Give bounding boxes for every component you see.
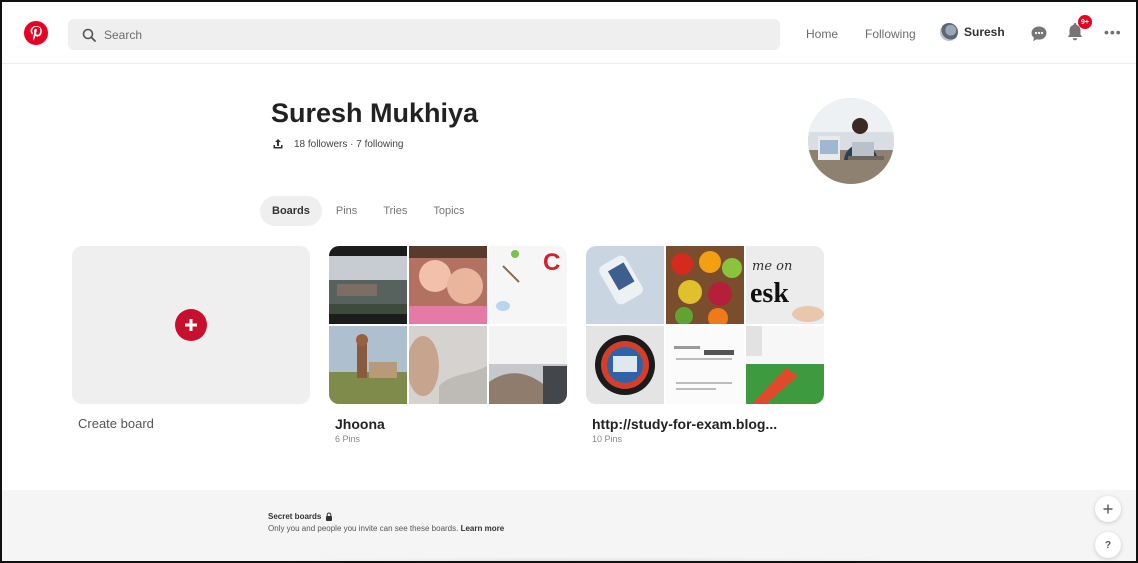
bottom-divider: [262, 557, 942, 561]
secret-boards-heading: Secret boards: [268, 512, 333, 521]
search-bar[interactable]: [68, 19, 780, 50]
svg-text:me on: me on: [752, 259, 792, 274]
profile-avatar[interactable]: [808, 98, 894, 184]
board-thumbnail: [586, 326, 664, 404]
board-pin-count: 10 Pins: [592, 434, 623, 444]
board-thumbnail: [409, 246, 487, 324]
nav-home-link[interactable]: Home: [806, 27, 838, 41]
board-card-jhoona[interactable]: C Jhoona 6 Pins: [329, 246, 567, 444]
board-thumbnail: [666, 326, 744, 404]
secret-boards-title: Secret boards: [268, 512, 322, 521]
tab-tries[interactable]: Tries: [371, 196, 419, 226]
board-thumbnail: [329, 246, 407, 324]
svg-text:esk: esk: [750, 278, 789, 309]
board-thumbnail: [329, 326, 407, 404]
tab-topics[interactable]: Topics: [421, 196, 476, 226]
follow-stats[interactable]: 18 followers · 7 following: [294, 139, 404, 150]
secret-description-text: Only you and people you invite can see t…: [268, 524, 459, 533]
create-board-cover[interactable]: [72, 246, 310, 404]
board-title[interactable]: Jhoona: [335, 416, 565, 432]
messages-icon[interactable]: [1030, 25, 1048, 48]
avatar: [940, 23, 958, 41]
floating-add-button[interactable]: [1095, 496, 1121, 522]
search-icon: [82, 28, 96, 42]
profile-title: Suresh Mukhiya: [271, 98, 479, 128]
top-header: Home Following Suresh 9+ •••: [2, 2, 1136, 64]
secret-boards-description: Only you and people you invite can see t…: [268, 524, 504, 533]
board-cover-mosaic[interactable]: me on esk: [586, 246, 824, 404]
help-button[interactable]: ?: [1095, 532, 1121, 558]
search-input[interactable]: [104, 27, 704, 42]
share-icon[interactable]: [272, 138, 284, 150]
profile-nav-name: Suresh: [964, 25, 1005, 39]
secret-boards-section: Secret boards Only you and people you in…: [2, 490, 1136, 561]
board-cover-mosaic[interactable]: C: [329, 246, 567, 404]
board-thumbnail: C: [489, 246, 567, 324]
pinterest-profile-page: Home Following Suresh 9+ ••• Suresh Mukh…: [0, 0, 1138, 563]
board-thumbnail: [409, 326, 487, 404]
learn-more-link[interactable]: Learn more: [461, 524, 505, 533]
create-board-card[interactable]: Create board: [72, 246, 310, 431]
nav-following-link[interactable]: Following: [865, 27, 916, 41]
tab-boards[interactable]: Boards: [260, 196, 322, 226]
board-title[interactable]: http://study-for-exam.blog...: [592, 416, 822, 432]
profile-tabs: Boards Pins Tries Topics: [260, 196, 479, 226]
lock-icon: [326, 512, 333, 521]
board-thumbnail: [586, 246, 664, 324]
pinterest-logo-icon[interactable]: [24, 21, 48, 45]
board-thumbnail: me on esk: [746, 246, 824, 324]
profile-nav-button[interactable]: Suresh: [940, 23, 1005, 41]
follow-stats-row: 18 followers · 7 following: [272, 138, 404, 150]
svg-text:C: C: [543, 249, 560, 276]
more-options-icon[interactable]: •••: [1104, 25, 1122, 39]
plus-icon[interactable]: [175, 309, 207, 341]
board-thumbnail: [666, 246, 744, 324]
plus-icon: [1103, 504, 1113, 514]
create-board-label[interactable]: Create board: [78, 416, 308, 431]
board-thumbnail: [746, 326, 824, 404]
notification-count-badge: 9+: [1078, 15, 1092, 29]
board-pin-count: 6 Pins: [335, 434, 361, 444]
board-thumbnail: [489, 326, 567, 404]
tab-pins[interactable]: Pins: [324, 196, 369, 226]
board-card-study[interactable]: me on esk http://study-for-exam.blog... …: [586, 246, 824, 444]
